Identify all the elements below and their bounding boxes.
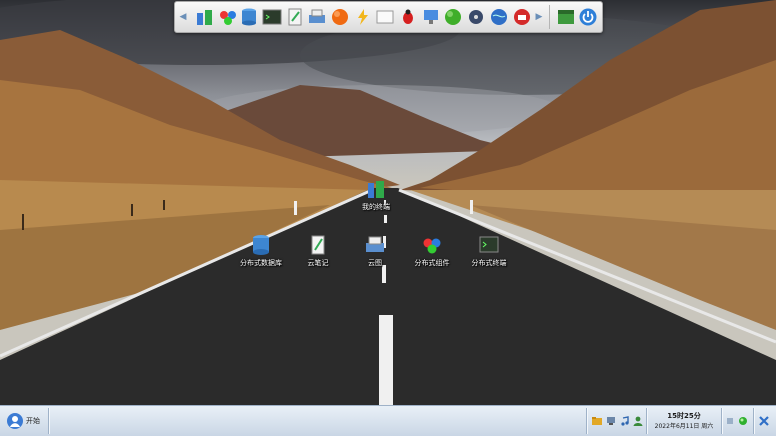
- shortcut-distributed-terminal[interactable]: 分布式终端: [449, 234, 529, 268]
- clock-time: 15时25分: [667, 412, 701, 420]
- network-icon[interactable]: [726, 417, 734, 425]
- dock-divider: [549, 5, 550, 29]
- green-ball-icon[interactable]: [443, 7, 463, 27]
- clock-date: 2022年6月11日 周六: [654, 423, 714, 430]
- notepad-icon[interactable]: [285, 7, 305, 27]
- shortcut-label: 分布式终端: [471, 259, 507, 267]
- orange-ball-icon[interactable]: [330, 7, 350, 27]
- blank-window-icon[interactable]: [375, 7, 395, 27]
- network-map-icon: [368, 181, 384, 198]
- start-logo-icon: [7, 413, 23, 429]
- phone-icon[interactable]: [512, 7, 532, 27]
- user-icon[interactable]: [633, 416, 643, 426]
- dock-scroll-right-button[interactable]: ▶: [534, 10, 544, 24]
- power-icon[interactable]: [578, 7, 598, 27]
- taskbar-divider: [586, 408, 587, 434]
- colorful-app-icon: [423, 238, 441, 254]
- colorful-app-icon[interactable]: [218, 7, 238, 27]
- desktop-toggle-icon[interactable]: [759, 416, 769, 426]
- start-label: 开始: [26, 417, 40, 425]
- globe-icon[interactable]: [489, 7, 509, 27]
- network-map-icon[interactable]: [195, 7, 215, 27]
- top-dock: ◀ ▶: [174, 1, 603, 33]
- database-icon[interactable]: [239, 7, 259, 27]
- terminal-icon: [479, 236, 499, 253]
- taskbar: 开始 15时25分 2022年6月11日 周六: [0, 405, 776, 436]
- taskbar-divider: [48, 408, 49, 434]
- printer-icon: [366, 236, 384, 252]
- terminal-icon[interactable]: [262, 7, 282, 27]
- notepad-icon: [311, 235, 325, 255]
- taskbar-divider: [646, 408, 647, 434]
- computer-icon[interactable]: [606, 416, 616, 426]
- shortcut-my-terminal[interactable]: 我的终端: [336, 178, 416, 212]
- clock[interactable]: 15时25分 2022年6月11日 周六: [648, 409, 720, 433]
- start-button[interactable]: 开始: [4, 410, 46, 432]
- dock-scroll-left-button[interactable]: ◀: [178, 10, 188, 24]
- bug-icon[interactable]: [398, 7, 418, 27]
- shortcut-label: 我的终端: [362, 203, 390, 211]
- taskbar-divider: [753, 408, 754, 434]
- database-icon: [253, 235, 269, 255]
- printer-icon[interactable]: [307, 7, 327, 27]
- disc-icon[interactable]: [466, 7, 486, 27]
- folder-icon[interactable]: [592, 416, 602, 426]
- lightning-icon[interactable]: [353, 7, 373, 27]
- monitor-icon[interactable]: [421, 7, 441, 27]
- green-status-icon[interactable]: [738, 416, 748, 426]
- taskbar-divider: [721, 408, 722, 434]
- window-icon[interactable]: [556, 7, 576, 27]
- music-icon[interactable]: [620, 416, 630, 426]
